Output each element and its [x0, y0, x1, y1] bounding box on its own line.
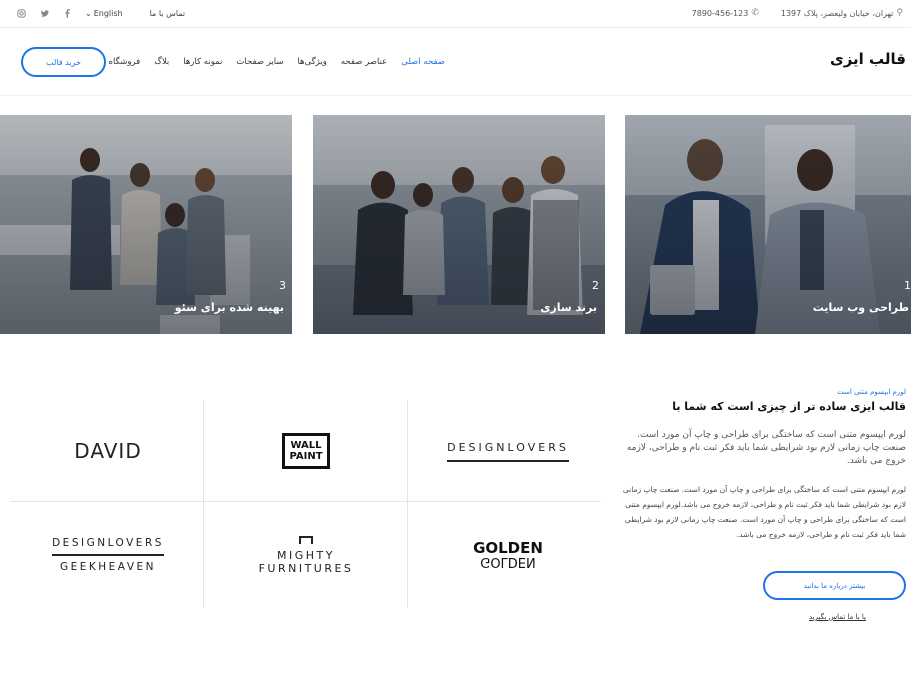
service-card-branding[interactable]: 2 برند سازی — [313, 115, 605, 334]
card-title[interactable]: برند سازی — [540, 301, 597, 314]
mighty-text: MIGHTY — [277, 548, 335, 562]
nav-item-blog[interactable]: بلاگ — [154, 57, 169, 67]
site-logo[interactable]: قالب ایزی — [830, 50, 906, 68]
mighty-logo-mark — [299, 535, 313, 544]
card-number: 3 — [279, 279, 286, 292]
client-logo-golden: GOLDEN GOLDEN — [410, 504, 606, 606]
client-logo-david: DAVID — [10, 400, 206, 502]
geekheaven-text: GEEKHEAVEN — [59, 561, 156, 573]
client-logo-designlovers: DESIGNLOVERS — [410, 400, 606, 502]
mighty-furnitures-logo: MIGHTY FURNITURES — [259, 549, 354, 575]
site-header: قالب ایزی صفحه اصلی عناصر صفحه ویژگی‌ها … — [0, 28, 911, 96]
address-item: ⚲ تهران، خیابان ولیعصر، پلاک 1397 — [781, 8, 903, 18]
david-logo: DAVID — [74, 439, 142, 463]
address-text: تهران، خیابان ولیعصر، پلاک 1397 — [780, 8, 894, 18]
designlovers-text: DESIGNLOVERS — [52, 537, 164, 549]
nav-item-elements[interactable]: عناصر صفحه — [341, 57, 387, 67]
nav-item-home[interactable]: صفحه اصلی — [401, 57, 445, 67]
about-kicker: لورم ایپسوم متنی است — [837, 388, 906, 396]
wall-paint-logo: WALL PAINT — [282, 433, 330, 469]
top-bar-right: ⚲ تهران، خیابان ولیعصر، پلاک 1397 ✆ 7890… — [692, 8, 903, 18]
language-label: English — [93, 8, 123, 18]
card-number: 1 — [904, 279, 911, 292]
client-logo-geekheaven: DESIGNLOVERS GEEKHEAVEN — [10, 504, 206, 606]
top-contact-link[interactable]: تماس با ما — [150, 9, 186, 18]
phone-item: ✆ 7890-456-123 — [692, 8, 759, 18]
wall-paint-line-1: WALL — [290, 440, 322, 451]
about-section: لورم ایپسوم متنی است قالب ایزی ساده تر ا… — [621, 388, 906, 542]
twitter-icon[interactable] — [39, 8, 49, 18]
facebook-icon[interactable] — [62, 8, 72, 18]
language-selector[interactable]: ⌄ English — [85, 9, 123, 18]
designlovers-geekheaven-logo: DESIGNLOVERS GEEKHEAVEN — [52, 537, 164, 573]
learn-more-button[interactable]: بیشتر درباره ما بدانید — [763, 571, 906, 600]
nav-item-features[interactable]: ویژگی‌ها — [297, 57, 326, 67]
card-number: 2 — [592, 279, 599, 292]
buy-template-button[interactable]: خرید قالب — [21, 47, 106, 77]
phone-text: 7890-456-123 — [691, 8, 749, 18]
about-headline: قالب ایزی ساده تر از چیزی است که شما با — [672, 400, 906, 413]
wall-paint-line-2: PAINT — [289, 451, 323, 462]
about-body: لورم ایپسوم متنی است که ساختگی برای طراح… — [622, 485, 906, 539]
phone-icon: ✆ — [751, 8, 759, 18]
top-bar-left: ⌄ English تماس با ما — [16, 8, 185, 18]
client-logo-wall-paint: WALL PAINT — [208, 400, 404, 502]
map-marker-icon: ⚲ — [896, 8, 903, 18]
nav-item-shop[interactable]: فروشگاه — [109, 57, 141, 67]
designlovers-logo: DESIGNLOVERS — [447, 441, 569, 462]
chevron-down-icon: ⌄ — [85, 8, 92, 18]
card-title[interactable]: طراحی وب سایت — [813, 301, 909, 314]
nav-item-portfolio[interactable]: نمونه کارها — [183, 57, 222, 67]
golden-logo: GOLDEN GOLDEN — [473, 541, 543, 570]
instagram-icon[interactable] — [16, 8, 26, 18]
main-nav: صفحه اصلی عناصر صفحه ویژگی‌ها سایر صفحات… — [109, 57, 445, 67]
top-bar: ⌄ English تماس با ما ⚲ تهران، خیابان ولی… — [0, 0, 911, 28]
furnitures-text: FURNITURES — [258, 561, 354, 575]
logo-separator — [52, 554, 164, 556]
golden-reflection: GOLDEN — [480, 554, 536, 569]
about-lead: لورم ایپسوم متنی است که ساختگی برای طراح… — [626, 430, 906, 466]
client-logo-mighty: MIGHTY FURNITURES — [208, 504, 404, 606]
contact-us-link[interactable]: یا با ما تماس بگیرید — [809, 613, 866, 621]
grid-divider — [407, 400, 408, 608]
client-logos-grid: DAVID WALL PAINT DESIGNLOVERS DESIGNLOVE… — [10, 400, 601, 608]
nav-item-pages[interactable]: سایر صفحات — [236, 57, 283, 67]
card-title[interactable]: بهینه شده برای سئو — [175, 301, 284, 314]
service-card-seo[interactable]: 3 بهینه شده برای سئو — [0, 115, 292, 334]
service-card-web-design[interactable]: 1 طراحی وب سایت — [625, 115, 911, 334]
